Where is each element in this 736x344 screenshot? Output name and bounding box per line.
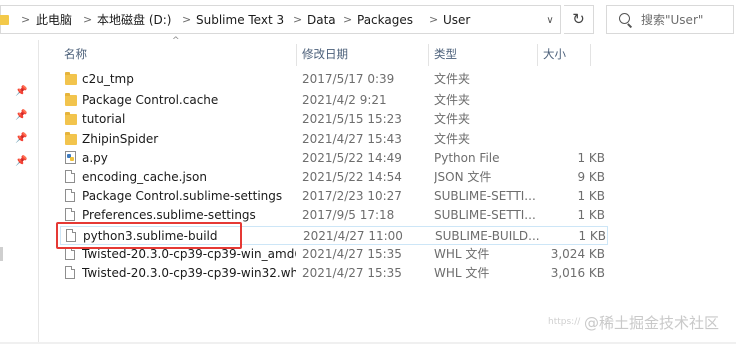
column-divider[interactable] (590, 44, 591, 66)
file-size: 1 KB (578, 229, 606, 243)
file-size (540, 70, 605, 89)
file-icon (65, 266, 75, 279)
breadcrumb-separator[interactable]: > (182, 12, 191, 28)
file-date: 2021/4/27 15:35 (302, 247, 402, 261)
file-name: encoding_cache.json (82, 170, 207, 184)
column-divider[interactable] (537, 44, 538, 66)
file-size: 1 KB (577, 208, 605, 222)
breadcrumb-user[interactable]: User (443, 12, 470, 28)
file-date: 2017/2/23 10:27 (302, 189, 402, 203)
column-header-type[interactable]: 类型 (434, 45, 457, 65)
pane-divider[interactable] (38, 40, 39, 342)
file-date: 2021/5/22 14:49 (302, 151, 402, 165)
navigation-pane[interactable]: 📌 📌 📌 📌 (0, 40, 30, 344)
file-date: 2017/5/17 0:39 (302, 72, 395, 86)
search-placeholder: 搜索"User" (641, 13, 704, 27)
breadcrumb-this-pc[interactable]: 此电脑 (36, 12, 72, 28)
breadcrumb-sublime-text-3[interactable]: Sublime Text 3 (196, 12, 284, 28)
folder-icon (65, 112, 77, 125)
breadcrumb-separator[interactable]: > (21, 12, 30, 28)
file-size (540, 110, 605, 129)
file-date: 2017/9/5 17:18 (302, 208, 395, 222)
file-icon (65, 208, 75, 221)
sort-ascending-icon: ^ (172, 36, 180, 46)
nav-scroll-indicator (0, 247, 3, 261)
file-size: 1 KB (577, 189, 605, 203)
file-name: Package Control.sublime-settings (82, 189, 283, 203)
file-type: Python File (434, 151, 500, 165)
file-row-package-control-settings[interactable]: Package Control.sublime-settings 2017/2/… (60, 187, 608, 206)
column-header-date[interactable]: 修改日期 (302, 45, 348, 65)
file-name: Package Control.cache (82, 93, 219, 107)
pin-icon[interactable]: 📌 (15, 157, 27, 167)
file-name: c2u_tmp (82, 72, 134, 86)
highlight-annotation (56, 222, 242, 249)
file-type: 文件夹 (434, 132, 471, 146)
file-size: 1 KB (577, 151, 605, 165)
file-date: 2021/4/27 15:43 (302, 132, 402, 146)
breadcrumb-packages[interactable]: Packages (357, 12, 413, 28)
file-name: tutorial (82, 112, 126, 126)
file-name: Twisted-20.3.0-cp39-cp39-win32.whl (82, 266, 296, 280)
address-history-dropdown[interactable]: ∨ (544, 15, 556, 27)
folder-icon (65, 132, 77, 145)
file-icon (65, 170, 75, 183)
watermark-url: https:// (548, 317, 581, 327)
file-name: a.py (82, 151, 108, 165)
column-header-name[interactable]: 名称 (64, 45, 87, 65)
file-type: 文件夹 (434, 93, 471, 107)
file-date: 2021/5/15 15:23 (302, 112, 402, 126)
file-type: 文件夹 (434, 72, 471, 86)
folder-icon (0, 15, 9, 25)
file-row-c2u-tmp[interactable]: c2u_tmp 2017/5/17 0:39 文件夹 (60, 70, 608, 89)
breadcrumb-separator[interactable]: > (429, 12, 438, 28)
file-date: 2021/5/22 14:54 (302, 170, 402, 184)
pin-icon[interactable]: 📌 (15, 111, 27, 121)
search-icon (619, 13, 630, 24)
file-row-package-control-cache[interactable]: Package Control.cache 2021/4/2 9:21 文件夹 (60, 91, 608, 110)
file-type: WHL 文件 (434, 247, 490, 261)
watermark-text: @稀土掘金技术社区 (584, 314, 720, 332)
file-date: 2021/4/2 9:21 (302, 93, 387, 107)
search-input[interactable]: 搜索"User" (606, 5, 734, 34)
file-icon (65, 189, 75, 202)
folder-icon (65, 93, 77, 106)
file-size (540, 91, 605, 110)
file-row-a-py[interactable]: a.py 2021/5/22 14:49 Python File 1 KB (60, 149, 608, 168)
file-row-tutorial[interactable]: tutorial 2021/5/15 15:23 文件夹 (60, 110, 608, 129)
file-date: 2021/4/27 15:35 (302, 266, 402, 280)
file-type: SUBLIME-SETTI... (434, 189, 536, 203)
file-type: SUBLIME-SETTI... (434, 208, 536, 222)
folder-icon (65, 72, 77, 85)
breadcrumb-separator[interactable]: > (343, 12, 352, 28)
file-row-twisted-win32[interactable]: Twisted-20.3.0-cp39-cp39-win32.whl 2021/… (60, 264, 608, 283)
breadcrumb-local-disk-d[interactable]: 本地磁盘 (D:) (97, 12, 171, 28)
breadcrumb-separator[interactable]: > (293, 12, 302, 28)
python-file-icon (65, 151, 76, 164)
column-divider[interactable] (428, 44, 429, 66)
file-size: 3,016 KB (550, 266, 605, 280)
file-size: 3,024 KB (550, 247, 605, 261)
file-type: 文件夹 (434, 112, 471, 126)
pin-icon[interactable]: 📌 (15, 134, 27, 144)
column-header-size[interactable]: 大小 (543, 45, 566, 65)
breadcrumb-data[interactable]: Data (307, 12, 336, 28)
file-row-encoding-cache-json[interactable]: encoding_cache.json 2021/5/22 14:54 JSON… (60, 168, 608, 187)
address-bar[interactable]: > 此电脑 > 本地磁盘 (D:) > Sublime Text 3 > Dat… (0, 5, 561, 34)
file-date: 2021/4/27 11:00 (303, 229, 403, 243)
file-type: SUBLIME-BUILD... (435, 229, 540, 243)
file-row-zhipinspider[interactable]: ZhipinSpider 2021/4/27 15:43 文件夹 (60, 130, 608, 149)
file-size: 9 KB (577, 170, 605, 184)
column-divider[interactable] (296, 44, 297, 66)
refresh-button[interactable]: ↻ (564, 5, 594, 34)
pin-icon[interactable]: 📌 (15, 87, 27, 97)
address-bar-region: > 此电脑 > 本地磁盘 (D:) > Sublime Text 3 > Dat… (0, 0, 736, 40)
breadcrumb-separator[interactable]: > (83, 12, 92, 28)
file-type: JSON 文件 (434, 170, 492, 184)
file-type: WHL 文件 (434, 266, 490, 280)
file-size (540, 130, 605, 149)
file-name: ZhipinSpider (82, 132, 159, 146)
